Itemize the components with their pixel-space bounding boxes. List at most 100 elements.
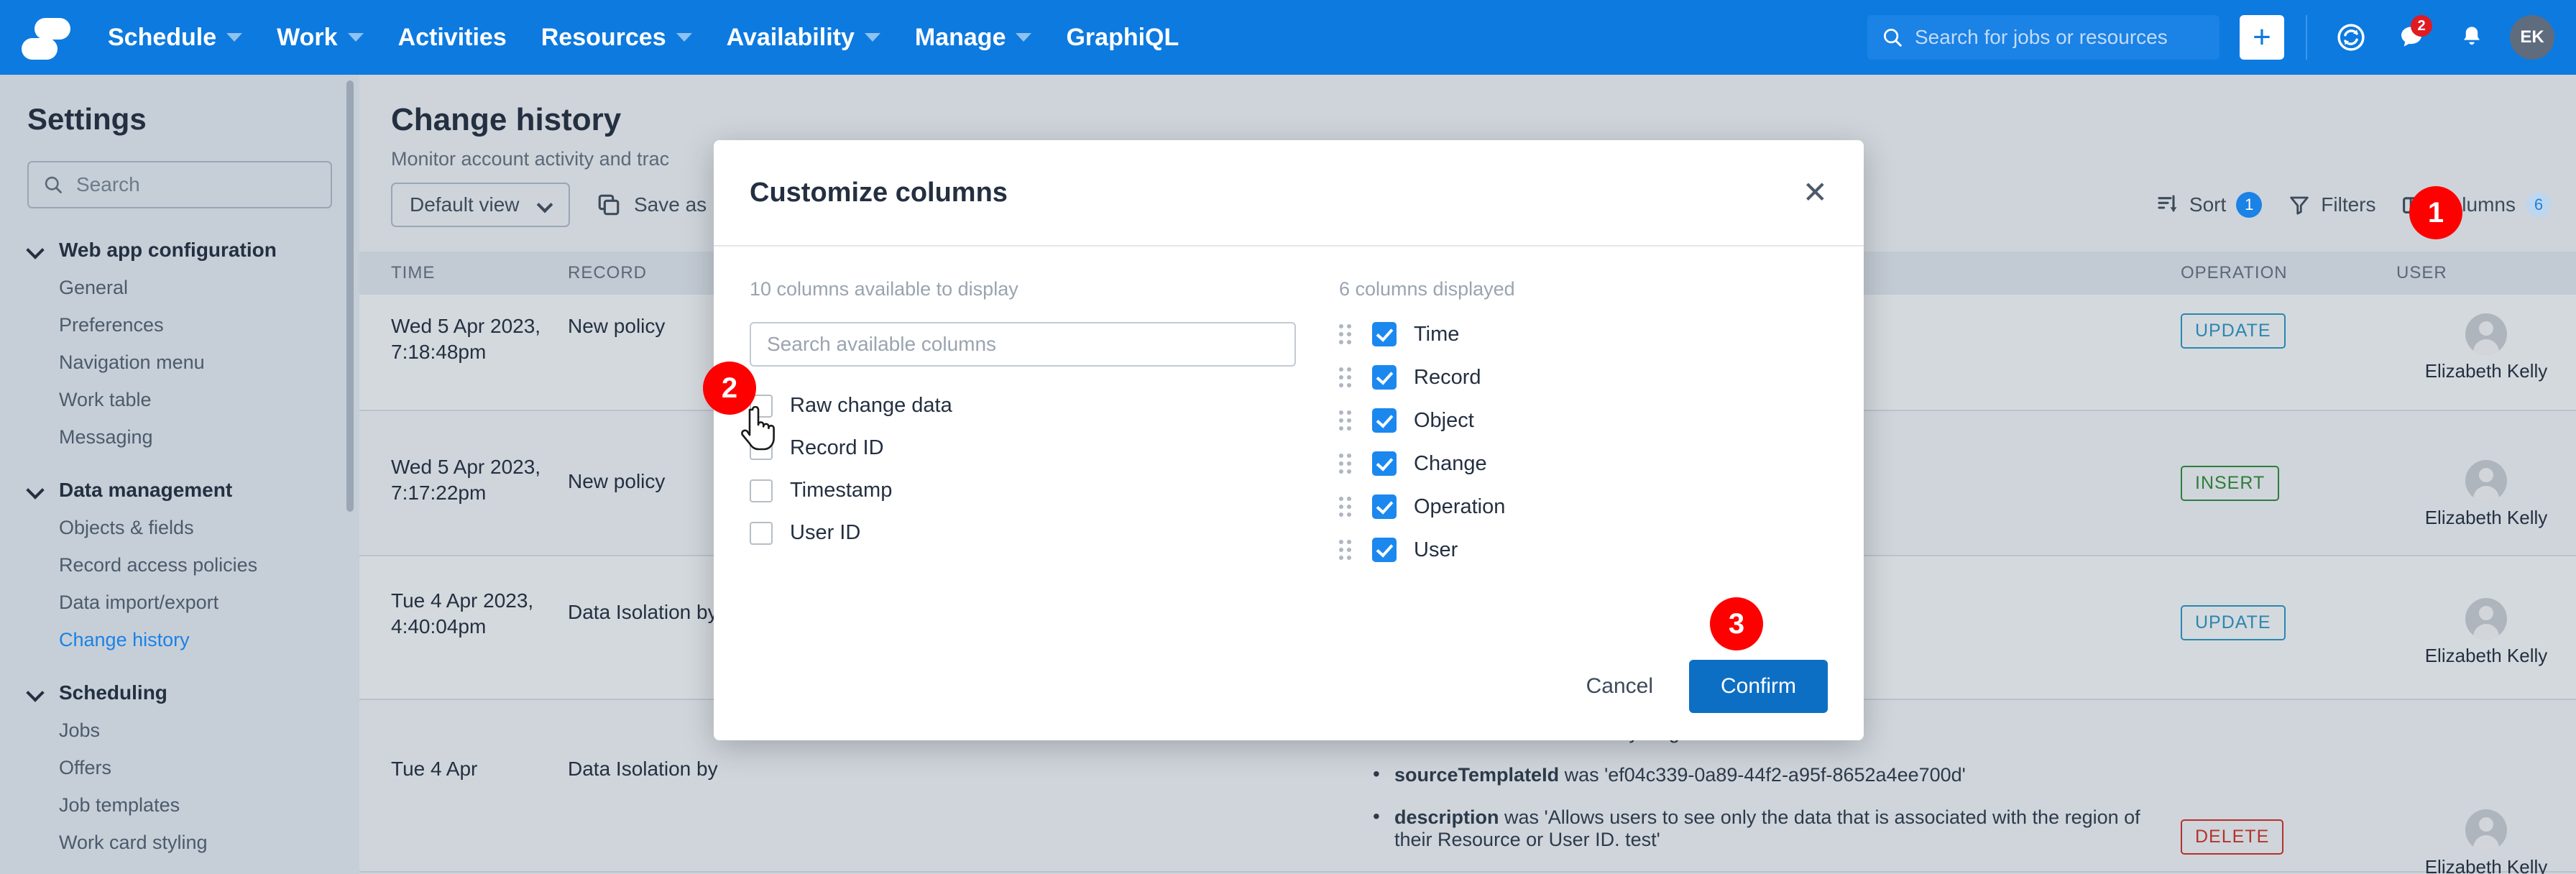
nav-item-manage[interactable]: Manage xyxy=(898,0,1049,75)
nav-label: GraphiQL xyxy=(1066,23,1179,51)
sidebar-item-work-table[interactable]: Work table xyxy=(59,389,332,411)
available-option-raw-change-data[interactable]: Raw change data xyxy=(750,394,1296,418)
option-label: Time xyxy=(1414,322,1460,346)
drag-handle-icon[interactable] xyxy=(1339,453,1355,474)
displayed-columns-heading: 6 columns displayed xyxy=(1339,278,1515,300)
displayed-option-time[interactable]: Time xyxy=(1339,322,1828,346)
checkbox-checked-icon[interactable] xyxy=(1372,451,1397,476)
sidebar-item-navigation-menu[interactable]: Navigation menu xyxy=(59,351,332,374)
cell-time: Wed 5 Apr 2023, 7:18:48pm xyxy=(391,315,541,363)
cell-user: Elizabeth Kelly xyxy=(2424,856,2548,874)
checkbox-unchecked-icon[interactable] xyxy=(750,479,773,502)
sidebar-search-input[interactable]: Search xyxy=(27,161,332,208)
avatar xyxy=(2465,460,2507,502)
nav-item-schedule[interactable]: Schedule xyxy=(91,0,259,75)
checkbox-checked-icon[interactable] xyxy=(1372,494,1397,519)
available-columns-search-placeholder: Search available columns xyxy=(767,333,997,355)
save-as-button[interactable]: Save as xyxy=(597,183,707,227)
sync-button[interactable] xyxy=(2329,15,2373,60)
app-logo-icon[interactable] xyxy=(22,15,70,60)
drag-handle-icon[interactable] xyxy=(1339,367,1355,388)
checkbox-checked-icon[interactable] xyxy=(1372,322,1397,346)
displayed-option-change[interactable]: Change xyxy=(1339,451,1828,476)
cell-time: Wed 5 Apr 2023, 7:17:22pm xyxy=(391,456,541,504)
sidebar-item-general[interactable]: General xyxy=(59,277,332,299)
view-selector-dropdown[interactable]: Default view xyxy=(391,183,570,227)
nav-item-graphiql[interactable]: GraphiQL xyxy=(1049,0,1196,75)
sidebar-scrollbar[interactable] xyxy=(346,80,354,512)
sidebar-item-offers[interactable]: Offers xyxy=(59,757,332,779)
chevron-down-icon xyxy=(676,33,692,42)
available-option-user-id[interactable]: User ID xyxy=(750,521,1296,545)
nav-item-work[interactable]: Work xyxy=(259,0,380,75)
global-search-placeholder: Search for jobs or resources xyxy=(1915,26,2168,48)
chevron-down-icon xyxy=(27,242,43,258)
sidebar-item-messaging[interactable]: Messaging xyxy=(59,426,332,448)
modal-header: Customize columns ✕ xyxy=(714,140,1864,247)
nav-label: Manage xyxy=(914,23,1006,51)
sidebar-item-change-history[interactable]: Change history xyxy=(59,629,332,651)
available-columns-search-input[interactable]: Search available columns xyxy=(750,322,1296,367)
nav-item-resources[interactable]: Resources xyxy=(524,0,709,75)
drag-handle-icon[interactable] xyxy=(1339,410,1355,431)
column-header-operation[interactable]: OPERATION xyxy=(2181,263,2396,283)
column-header-time[interactable]: TIME xyxy=(359,263,568,283)
checkbox-unchecked-icon[interactable] xyxy=(750,521,773,545)
filters-label: Filters xyxy=(2321,193,2376,216)
add-button[interactable]: + xyxy=(2240,15,2284,60)
chevron-down-icon xyxy=(1016,33,1032,42)
column-header-user[interactable]: USER xyxy=(2396,263,2576,283)
sidebar-group-header[interactable]: Web app configuration xyxy=(27,239,332,262)
cell-user: Elizabeth Kelly xyxy=(2424,507,2548,528)
sidebar-group-header[interactable]: Data management xyxy=(27,479,332,502)
option-label: User ID xyxy=(790,521,861,544)
step-badge-3: 3 xyxy=(1710,597,1763,650)
messages-button[interactable]: 2 xyxy=(2389,15,2434,60)
notifications-button[interactable] xyxy=(2450,15,2494,60)
filters-button[interactable]: Filters xyxy=(2288,193,2376,216)
sidebar-item-work-card-styling[interactable]: Work card styling xyxy=(59,832,332,854)
global-search-input[interactable]: Search for jobs or resources xyxy=(1867,15,2220,60)
nav-item-activities[interactable]: Activities xyxy=(381,0,524,75)
bullet-field: description xyxy=(1394,806,1499,828)
sidebar-item-jobs[interactable]: Jobs xyxy=(59,719,332,742)
sidebar-item-job-templates[interactable]: Job templates xyxy=(59,794,332,816)
sidebar-search-placeholder: Search xyxy=(76,173,140,196)
sidebar-item-record-access-policies[interactable]: Record access policies xyxy=(59,554,332,576)
available-columns-panel: 10 columns available to display Search a… xyxy=(750,278,1296,632)
drag-handle-icon[interactable] xyxy=(1339,539,1355,561)
nav-label: Activities xyxy=(397,23,507,51)
available-columns-heading: 10 columns available to display xyxy=(750,278,1018,300)
checkbox-unchecked-icon[interactable] xyxy=(750,436,773,460)
sidebar-item-data-import-export[interactable]: Data import/export xyxy=(59,592,332,614)
displayed-option-user[interactable]: User xyxy=(1339,538,1828,562)
drag-handle-icon[interactable] xyxy=(1339,496,1355,518)
user-avatar[interactable]: EK xyxy=(2510,15,2554,60)
confirm-button[interactable]: Confirm xyxy=(1688,660,1828,713)
sidebar-group-data-management: Data management Objects & fields Record … xyxy=(27,479,332,651)
drag-handle-icon[interactable] xyxy=(1339,323,1355,345)
close-icon[interactable]: ✕ xyxy=(1803,178,1828,208)
cancel-button[interactable]: Cancel xyxy=(1579,674,1660,699)
nav-item-availability[interactable]: Availability xyxy=(709,0,898,75)
status-badge: DELETE xyxy=(2181,819,2284,855)
sidebar-item-objects-fields[interactable]: Objects & fields xyxy=(59,517,332,539)
view-selector-label: Default view xyxy=(410,193,520,216)
sidebar-item-preferences[interactable]: Preferences xyxy=(59,314,332,336)
option-label: Operation xyxy=(1414,494,1506,518)
available-option-timestamp[interactable]: Timestamp xyxy=(750,479,1296,502)
top-navigation-bar: Schedule Work Activities Resources Avail… xyxy=(0,0,2576,75)
available-option-record-id[interactable]: Record ID xyxy=(750,436,1296,460)
displayed-option-operation[interactable]: Operation xyxy=(1339,494,1828,519)
chevron-down-icon xyxy=(538,198,551,211)
displayed-option-object[interactable]: Object xyxy=(1339,408,1828,433)
displayed-option-record[interactable]: Record xyxy=(1339,365,1828,390)
checkbox-checked-icon[interactable] xyxy=(1372,408,1397,433)
checkbox-checked-icon[interactable] xyxy=(1372,365,1397,390)
sidebar-title: Settings xyxy=(27,102,147,136)
sidebar-group-header[interactable]: Scheduling xyxy=(27,681,332,704)
checkbox-checked-icon[interactable] xyxy=(1372,538,1397,562)
step-badge-2: 2 xyxy=(703,362,756,415)
sync-icon xyxy=(2337,24,2365,51)
sort-button[interactable]: Sort 1 xyxy=(2156,192,2263,218)
